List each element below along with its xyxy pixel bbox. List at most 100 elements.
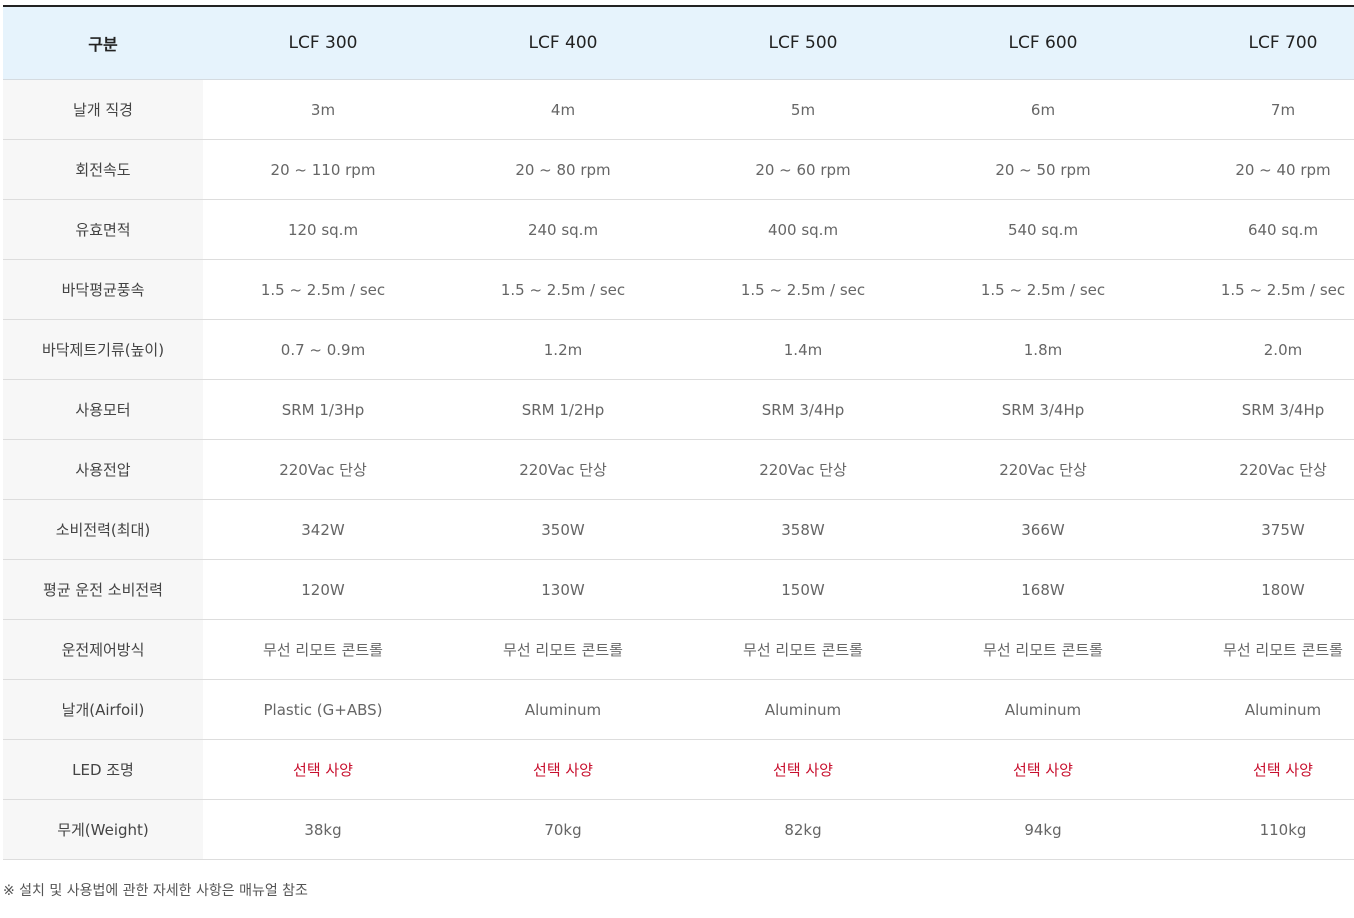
table-row: 사용모터 SRM 1/3Hp SRM 1/2Hp SRM 3/4Hp SRM 3/4Hp… [3,379,1354,440]
value-cell: 7m [1163,79,1354,140]
value-cell: 3m [203,79,443,140]
row-label-cell: 평균 운전 소비전력 [3,559,203,620]
value-cell: 540 sq.m [923,199,1163,260]
value-cell: 400 sq.m [683,199,923,260]
header-label-cell: 구분 [3,6,203,80]
value-cell: 무선 리모트 콘트롤 [443,619,683,680]
row-label-cell: LED 조명 [3,739,203,800]
header-row: 구분 LCF 300 LCF 400 LCF 500 LCF 600 LCF 7… [3,6,1354,80]
value-cell: 358W [683,499,923,560]
value-cell: 82kg [683,799,923,860]
value-cell: 20 ~ 50 rpm [923,139,1163,200]
row-label-cell: 무게(Weight) [3,799,203,860]
value-cell: 375W [1163,499,1354,560]
row-label-cell: 사용전압 [3,439,203,500]
value-cell: 20 ~ 80 rpm [443,139,683,200]
value-cell: SRM 3/4Hp [1163,379,1354,440]
option-value-cell: 선택 사양 [923,739,1163,800]
table-row: LED 조명 선택 사양 선택 사양 선택 사양 선택 사양 선택 사양 [3,739,1354,800]
header-model-cell: LCF 600 [923,6,1163,80]
value-cell: 20 ~ 110 rpm [203,139,443,200]
row-label-cell: 바닥제트기류(높이) [3,319,203,380]
spec-table: 구분 LCF 300 LCF 400 LCF 500 LCF 600 LCF 7… [3,5,1354,860]
option-value-cell: 선택 사양 [683,739,923,800]
value-cell: 342W [203,499,443,560]
value-cell: 0.7 ~ 0.9m [203,319,443,380]
value-cell: 130W [443,559,683,620]
table-row: 운전제어방식 무선 리모트 콘트롤 무선 리모트 콘트롤 무선 리모트 콘트롤 무선 리… [3,619,1354,680]
value-cell: 4m [443,79,683,140]
value-cell: 366W [923,499,1163,560]
value-cell: 350W [443,499,683,560]
table-row: 날개(Airfoil) Plastic (G+ABS) Aluminum Alumin… [3,679,1354,740]
value-cell: 무선 리모트 콘트롤 [203,619,443,680]
value-cell: 6m [923,79,1163,140]
table-row: 무게(Weight) 38kg 70kg 82kg 94kg 110kg [3,799,1354,860]
value-cell: 70kg [443,799,683,860]
table-row: 바닥평균풍속 1.5 ~ 2.5m / sec 1.5 ~ 2.5m / sec 1.… [3,259,1354,320]
value-cell: 110kg [1163,799,1354,860]
header-model-cell: LCF 700 [1163,6,1354,80]
value-cell: 1.4m [683,319,923,380]
value-cell: 180W [1163,559,1354,620]
value-cell: SRM 3/4Hp [923,379,1163,440]
value-cell: 120 sq.m [203,199,443,260]
value-cell: 1.8m [923,319,1163,380]
value-cell: 220Vac 단상 [923,439,1163,500]
value-cell: 220Vac 단상 [1163,439,1354,500]
value-cell: 1.5 ~ 2.5m / sec [443,259,683,320]
value-cell: 무선 리모트 콘트롤 [923,619,1163,680]
value-cell: 240 sq.m [443,199,683,260]
value-cell: SRM 1/3Hp [203,379,443,440]
spec-table-body: 날개 직경 3m 4m 5m 6m 7m 회전속도 20 ~ 110 rpm 20 ~ 80 r… [3,79,1354,860]
table-row: 사용전압 220Vac 단상 220Vac 단상 220Vac 단상 220Vac 단상… [3,439,1354,500]
value-cell: 640 sq.m [1163,199,1354,260]
table-row: 소비전력(최대) 342W 350W 358W 366W 375W [3,499,1354,560]
table-row: 평균 운전 소비전력 120W 130W 150W 168W 180W [3,559,1354,620]
table-row: 바닥제트기류(높이) 0.7 ~ 0.9m 1.2m 1.4m 1.8m 2.0m [3,319,1354,380]
value-cell: 1.5 ~ 2.5m / sec [683,259,923,320]
value-cell: Plastic (G+ABS) [203,679,443,740]
row-label-cell: 날개 직경 [3,79,203,140]
option-value-cell: 선택 사양 [1163,739,1354,800]
value-cell: Aluminum [683,679,923,740]
footnote: ※ 설치 및 사용법에 관한 자세한 사항은 매뉴얼 참조 [3,883,308,899]
header-model-cell: LCF 400 [443,6,683,80]
value-cell: 5m [683,79,923,140]
value-cell: Aluminum [923,679,1163,740]
row-label-cell: 날개(Airfoil) [3,679,203,740]
value-cell: 무선 리모트 콘트롤 [683,619,923,680]
value-cell: 220Vac 단상 [443,439,683,500]
value-cell: Aluminum [1163,679,1354,740]
option-value-cell: 선택 사양 [203,739,443,800]
value-cell: Aluminum [443,679,683,740]
value-cell: 220Vac 단상 [203,439,443,500]
value-cell: SRM 3/4Hp [683,379,923,440]
value-cell: 1.2m [443,319,683,380]
table-row: 회전속도 20 ~ 110 rpm 20 ~ 80 rpm 20 ~ 60 rpm 20… [3,139,1354,200]
value-cell: 20 ~ 60 rpm [683,139,923,200]
table-row: 유효면적 120 sq.m 240 sq.m 400 sq.m 540 sq.m 640 … [3,199,1354,260]
row-label-cell: 소비전력(최대) [3,499,203,560]
row-label-cell: 바닥평균풍속 [3,259,203,320]
value-cell: 1.5 ~ 2.5m / sec [923,259,1163,320]
header-model-cell: LCF 300 [203,6,443,80]
value-cell: 120W [203,559,443,620]
row-label-cell: 사용모터 [3,379,203,440]
row-label-cell: 회전속도 [3,139,203,200]
row-label-cell: 운전제어방식 [3,619,203,680]
value-cell: 1.5 ~ 2.5m / sec [1163,259,1354,320]
value-cell: SRM 1/2Hp [443,379,683,440]
spec-table-header: 구분 LCF 300 LCF 400 LCF 500 LCF 600 LCF 7… [3,6,1354,80]
value-cell: 94kg [923,799,1163,860]
value-cell: 220Vac 단상 [683,439,923,500]
value-cell: 2.0m [1163,319,1354,380]
value-cell: 150W [683,559,923,620]
option-value-cell: 선택 사양 [443,739,683,800]
value-cell: 1.5 ~ 2.5m / sec [203,259,443,320]
value-cell: 168W [923,559,1163,620]
value-cell: 38kg [203,799,443,860]
value-cell: 무선 리모트 콘트롤 [1163,619,1354,680]
value-cell: 20 ~ 40 rpm [1163,139,1354,200]
row-label-cell: 유효면적 [3,199,203,260]
